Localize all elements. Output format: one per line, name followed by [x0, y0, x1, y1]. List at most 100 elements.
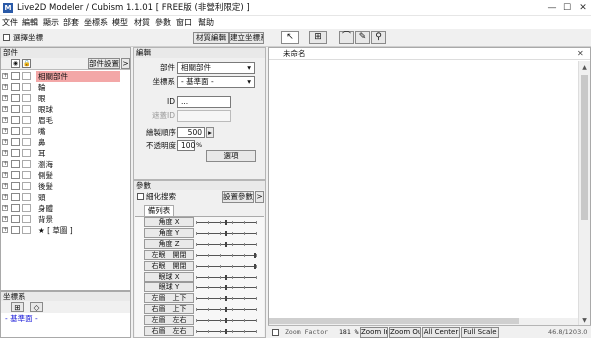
close-icon[interactable]: ✕ [576, 1, 590, 15]
tree-row[interactable]: + 眉毛 [1, 115, 130, 126]
coords-root-item[interactable]: - 基準面 - [5, 314, 38, 324]
menu-params[interactable]: 參數 [155, 17, 171, 28]
slider-knob[interactable] [225, 329, 227, 334]
opacity-input[interactable]: 100 [177, 140, 195, 151]
param-slider[interactable] [196, 252, 257, 258]
eye-icon[interactable]: ◉ [11, 59, 20, 68]
tree-row[interactable]: + 瀏海 [1, 159, 130, 170]
lock-toggle[interactable] [22, 215, 31, 223]
param-slider[interactable] [196, 263, 257, 269]
clip-id-input[interactable] [177, 110, 231, 122]
param-slider[interactable] [196, 285, 257, 291]
slider-knob[interactable] [225, 307, 227, 313]
param-slider[interactable] [196, 296, 257, 302]
create-coords-button[interactable]: 建立坐標系 [229, 32, 264, 44]
lock-toggle[interactable] [22, 116, 31, 124]
slider-knob[interactable] [254, 252, 256, 258]
param-slider[interactable] [196, 241, 257, 247]
texture-edit-button[interactable]: 材質編輯 [193, 32, 229, 44]
expand-icon[interactable]: + [2, 128, 8, 134]
visibility-toggle[interactable] [11, 138, 20, 146]
lock-toggle[interactable] [22, 204, 31, 212]
grid-tool-icon[interactable]: ⊞ [309, 31, 327, 44]
menu-model[interactable]: 模型 [112, 17, 128, 28]
visibility-toggle[interactable] [11, 193, 20, 201]
visibility-toggle[interactable] [11, 83, 20, 91]
tree-row[interactable]: + 頭 [1, 192, 130, 203]
menu-file[interactable]: 文件 [2, 17, 18, 28]
visibility-toggle[interactable] [11, 94, 20, 102]
slider-knob[interactable] [225, 274, 227, 280]
zoom-in-button[interactable]: Zoom In [360, 327, 388, 338]
visibility-toggle[interactable] [11, 204, 20, 212]
draw-order-input[interactable]: 500 [177, 127, 205, 138]
expand-icon[interactable]: + [2, 84, 8, 90]
visibility-toggle[interactable] [11, 149, 20, 157]
tree-row[interactable]: + 耳 [1, 148, 130, 159]
coord-dropdown[interactable]: - 基準面 - ▾ [177, 76, 255, 88]
arrow-tool-icon[interactable]: ↖ [281, 31, 299, 44]
param-slider[interactable] [196, 274, 257, 280]
visibility-toggle[interactable] [11, 127, 20, 135]
param-slider[interactable] [196, 307, 257, 313]
expand-icon[interactable]: + [2, 161, 8, 167]
tree-row[interactable]: + 側髮 [1, 170, 130, 181]
tab-param-list[interactable]: 備列表 [144, 205, 174, 216]
id-input[interactable]: ... [177, 96, 231, 108]
vertical-scrollbar[interactable]: ▲ ▼ [578, 61, 590, 328]
param-slider[interactable] [196, 329, 257, 334]
horizontal-scrollbar[interactable] [269, 318, 578, 325]
lock-toggle[interactable] [22, 193, 31, 201]
param-slider[interactable] [196, 220, 257, 225]
slider-knob[interactable] [225, 241, 227, 247]
maximize-icon[interactable]: ☐ [560, 1, 574, 15]
tree-row[interactable]: + 鼻 [1, 137, 130, 148]
menu-help[interactable]: 幫助 [198, 17, 214, 28]
options-button[interactable]: 選項 [206, 150, 256, 162]
lock-toggle[interactable] [22, 182, 31, 190]
tree-row[interactable]: + 輪 [1, 82, 130, 93]
fine-search-checkbox[interactable] [137, 193, 144, 200]
tree-row[interactable]: + 眼球 [1, 104, 130, 115]
slider-knob[interactable] [225, 220, 227, 225]
lock-toggle[interactable] [22, 138, 31, 146]
tree-row[interactable]: + 後髮 [1, 181, 130, 192]
expand-icon[interactable]: + [2, 205, 8, 211]
expand-icon[interactable]: + [2, 216, 8, 222]
parts-more-button[interactable]: > [121, 58, 130, 69]
visibility-toggle[interactable] [11, 116, 20, 124]
full-scale-button[interactable]: Full Scale [461, 327, 499, 338]
expand-icon[interactable]: + [2, 117, 8, 123]
menu-view[interactable]: 顯示 [43, 17, 59, 28]
lock-toggle[interactable] [22, 226, 31, 234]
draw-order-arrow-icon[interactable]: ▸ [206, 127, 214, 138]
coords-add-icon[interactable]: ⊞ [11, 302, 24, 312]
menu-coords[interactable]: 坐標系 [84, 17, 108, 28]
visibility-toggle[interactable] [11, 105, 20, 113]
visibility-toggle[interactable] [11, 72, 20, 80]
visibility-toggle[interactable] [11, 160, 20, 168]
h-scroll-thumb[interactable] [269, 318, 519, 324]
lasso-tool-icon[interactable]: ⌒ [339, 31, 354, 44]
tree-row[interactable]: + 嘴 [1, 126, 130, 137]
lock-toggle[interactable] [22, 127, 31, 135]
tree-row[interactable]: + 身體 [1, 203, 130, 214]
menu-texture[interactable]: 材質 [134, 17, 150, 28]
expand-icon[interactable]: + [2, 95, 8, 101]
expand-icon[interactable]: + [2, 73, 8, 79]
tree-row[interactable]: + 背景 [1, 214, 130, 225]
expand-icon[interactable]: + [2, 227, 8, 233]
menu-parts[interactable]: 部套 [63, 17, 79, 28]
scroll-up-icon[interactable]: ▲ [580, 63, 589, 73]
slider-knob[interactable] [225, 318, 227, 324]
lock-toggle[interactable] [22, 149, 31, 157]
scroll-thumb[interactable] [581, 75, 588, 220]
slider-knob[interactable] [225, 230, 227, 236]
expand-icon[interactable]: + [2, 183, 8, 189]
expand-icon[interactable]: + [2, 139, 8, 145]
lock-toggle[interactable] [22, 105, 31, 113]
lock-toggle[interactable] [22, 94, 31, 102]
menu-window[interactable]: 窗口 [176, 17, 192, 28]
select-coords-checkbox[interactable] [3, 34, 10, 41]
visibility-toggle[interactable] [11, 171, 20, 179]
